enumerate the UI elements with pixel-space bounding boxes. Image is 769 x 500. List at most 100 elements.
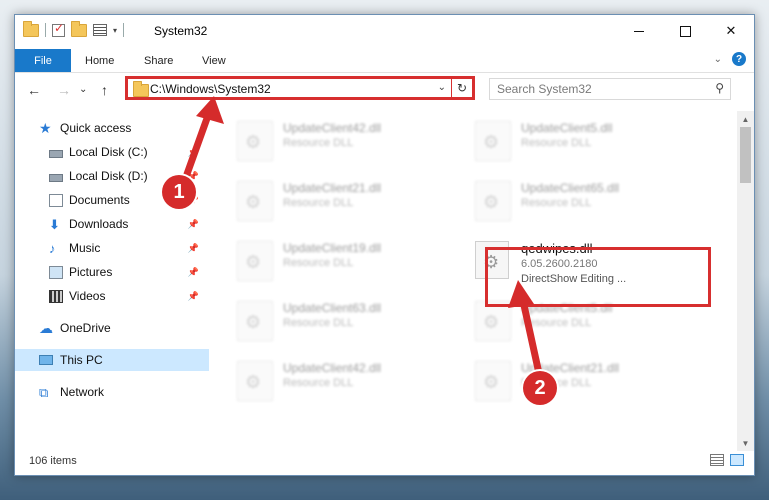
file-type: Resource DLL <box>283 377 354 389</box>
list-item[interactable]: UpdateClient42.dll Resource DLL <box>221 115 451 163</box>
address-dropdown-icon[interactable]: ⌄ <box>438 82 446 93</box>
sidebar-item-quick-access[interactable]: ★ Quick access <box>15 117 209 139</box>
tab-share[interactable]: Share <box>144 49 173 72</box>
file-type: Resource DLL <box>283 197 354 209</box>
search-placeholder: Search System32 <box>497 82 592 96</box>
disk-icon <box>49 149 63 158</box>
cloud-icon: ☁ <box>39 319 53 336</box>
large-icons-view-icon[interactable] <box>730 454 744 466</box>
sidebar-item-label: Documents <box>69 193 130 207</box>
address-row: ← → ⌄ ↑ C:\Windows\System32 ⌄ ↻ Search S… <box>15 73 754 107</box>
up-button[interactable]: ↑ <box>101 82 108 98</box>
properties-check-icon[interactable] <box>52 21 65 37</box>
minimize-icon <box>634 30 644 32</box>
folder-icon <box>23 20 39 37</box>
list-item[interactable]: UpdateClient5.dll Resource DLL <box>459 115 689 163</box>
close-button[interactable]: ✕ <box>708 15 754 47</box>
network-icon: ⧉ <box>39 384 49 400</box>
sidebar-item-label: Music <box>69 241 101 255</box>
file-type: Resource DLL <box>283 137 354 149</box>
dll-file-icon <box>237 121 273 161</box>
sidebar-item-downloads[interactable]: ⬇ Downloads 📌 <box>15 213 209 235</box>
computer-icon <box>39 355 53 365</box>
sidebar-item-onedrive[interactable]: ☁ OneDrive <box>15 317 209 339</box>
forward-button[interactable]: → <box>57 82 71 98</box>
file-name: UpdateClient19.dll <box>283 241 382 255</box>
pin-icon[interactable]: 📌 <box>188 267 199 278</box>
dll-file-icon <box>237 241 273 281</box>
tab-view[interactable]: View <box>202 49 226 72</box>
list-item[interactable]: UpdateClient21.dll Resource DLL <box>221 175 451 223</box>
window-title: System32 <box>154 24 208 38</box>
help-icon[interactable]: ? <box>732 52 746 66</box>
ribbon-tabs: File Home Share View ⌄ ? <box>15 49 754 73</box>
sidebar-item-label: Pictures <box>69 265 113 279</box>
file-name: UpdateClient65.dll <box>521 181 620 195</box>
list-item[interactable]: UpdateClient42.dll Resource DLL <box>221 355 451 403</box>
refresh-button[interactable]: ↻ <box>451 79 472 97</box>
maximize-icon <box>679 25 691 37</box>
caption-buttons: ✕ <box>616 15 754 47</box>
list-item[interactable]: UpdateClient21.dll Resource DLL <box>459 355 689 403</box>
dll-file-icon <box>237 361 273 401</box>
file-name: UpdateClient63.dll <box>283 301 382 315</box>
quick-access-toolbar: ▾ <box>23 20 125 37</box>
highlight-box <box>485 247 711 307</box>
file-type: Resource DLL <box>283 257 354 269</box>
pin-icon[interactable]: 📌 <box>188 147 199 158</box>
file-type: Resource DLL <box>521 137 592 149</box>
tab-home[interactable]: Home <box>85 49 114 72</box>
file-type: Resource DLL <box>521 317 592 329</box>
list-item[interactable]: UpdateClient19.dll Resource DLL <box>221 235 451 283</box>
view-buttons <box>710 454 744 466</box>
item-count: 106 items <box>29 455 77 467</box>
sidebar-item-this-pc[interactable]: This PC <box>15 349 209 371</box>
recent-locations-button[interactable]: ⌄ <box>79 84 87 95</box>
sidebar-item-local-disk-c[interactable]: Local Disk (C:) 📌 <box>15 141 209 163</box>
pictures-icon <box>49 265 63 279</box>
search-icon[interactable]: ⚲ <box>715 81 724 95</box>
sidebar-item-network[interactable]: ⧉ Network <box>15 381 209 403</box>
minimize-button[interactable] <box>616 15 662 47</box>
dll-file-icon <box>475 361 511 401</box>
maximize-button[interactable] <box>662 15 708 47</box>
scroll-up-button[interactable]: ▲ <box>737 111 754 127</box>
address-bar[interactable]: C:\Windows\System32 ⌄ ↻ <box>125 76 475 100</box>
vertical-scrollbar[interactable]: ▲ ▼ <box>737 111 754 451</box>
list-item[interactable]: UpdateClient63.dll Resource DLL <box>221 295 451 343</box>
pin-icon[interactable]: 📌 <box>188 291 199 302</box>
folder-icon <box>133 81 149 97</box>
dll-file-icon <box>237 181 273 221</box>
sidebar-item-music[interactable]: ♪ Music 📌 <box>15 237 209 259</box>
pin-icon[interactable]: 📌 <box>188 243 199 254</box>
file-name: UpdateClient42.dll <box>283 121 382 135</box>
details-view-icon[interactable] <box>710 454 724 466</box>
search-input[interactable]: Search System32 ⚲ <box>489 78 731 100</box>
scroll-thumb[interactable] <box>740 127 751 183</box>
address-path[interactable]: C:\Windows\System32 <box>150 82 271 96</box>
tab-file[interactable]: File <box>15 49 71 72</box>
sidebar-item-label: This PC <box>60 353 103 367</box>
sidebar-item-videos[interactable]: Videos 📌 <box>15 285 209 307</box>
pin-icon[interactable]: 📌 <box>188 219 199 230</box>
sidebar-item-pictures[interactable]: Pictures 📌 <box>15 261 209 283</box>
new-folder-icon[interactable] <box>71 20 87 37</box>
back-button[interactable]: ← <box>27 82 41 98</box>
disk-icon <box>49 173 63 182</box>
sidebar-item-label: Quick access <box>60 121 132 135</box>
file-name: UpdateClient21.dll <box>283 181 382 195</box>
music-icon: ♪ <box>49 240 56 256</box>
step-1-badge: 1 <box>162 175 196 209</box>
explorer-window: ▾ System32 ✕ File Home Share View ⌄ ? ← … <box>14 14 755 476</box>
separator <box>123 23 125 37</box>
customize-toolbar-icon[interactable] <box>93 24 107 36</box>
dll-file-icon <box>237 301 273 341</box>
title-bar: ▾ System32 ✕ <box>15 15 754 49</box>
step-2-badge: 2 <box>523 371 557 405</box>
chevron-down-icon[interactable]: ▾ <box>113 26 117 35</box>
file-list: UpdateClient42.dll Resource DLL UpdateCl… <box>221 111 729 451</box>
sidebar-item-label: Videos <box>69 289 106 303</box>
navigation-pane: ★ Quick access Local Disk (C:) 📌 Local D… <box>15 111 209 451</box>
list-item[interactable]: UpdateClient65.dll Resource DLL <box>459 175 689 223</box>
expand-ribbon-icon[interactable]: ⌄ <box>714 54 722 65</box>
